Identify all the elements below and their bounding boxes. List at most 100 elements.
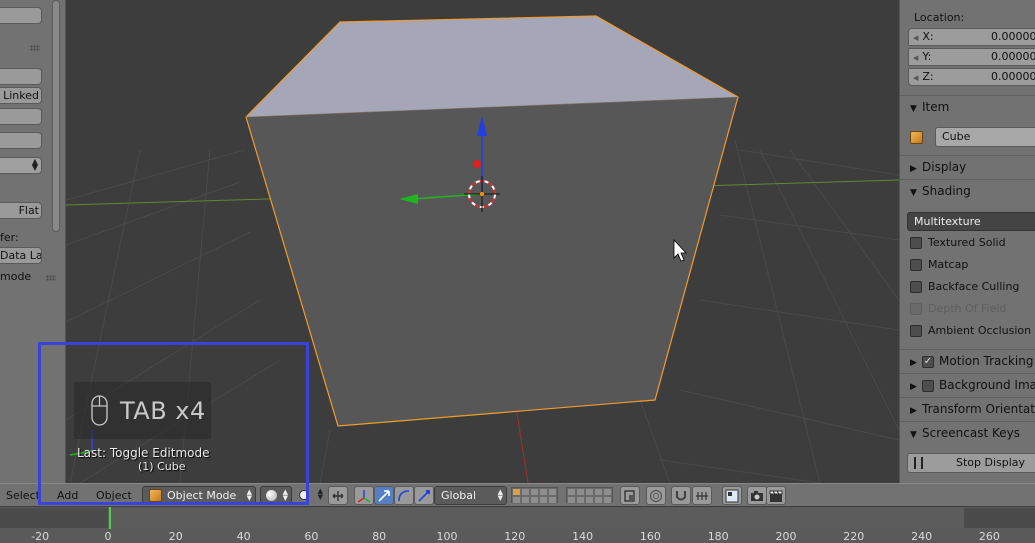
data-layer-button[interactable]: Data La [0, 247, 42, 264]
motion-tracking-panel-header[interactable]: ▶ ✓ Motion Tracking [900, 349, 1035, 371]
location-z-field[interactable]: ◀ Z: 0.00000 [908, 68, 1035, 86]
textured-solid-checkbox[interactable]: Textured Solid [910, 236, 1006, 252]
checkbox-icon[interactable] [910, 259, 922, 271]
decrement-arrow-icon[interactable]: ◀ [913, 54, 918, 62]
scale-manipulator-button[interactable] [414, 486, 434, 505]
manipulator-toggle-button[interactable] [328, 486, 348, 505]
location-x-field[interactable]: ◀ X: 0.00000 [908, 28, 1035, 46]
shelf-button-1[interactable] [0, 68, 42, 85]
panel-drag-handle-2[interactable] [46, 275, 56, 281]
camera-icon [751, 491, 763, 501]
backface-culling-checkbox[interactable]: Backface Culling [910, 280, 1019, 296]
layer-toggle[interactable] [603, 488, 612, 496]
checkbox-icon[interactable] [910, 281, 922, 293]
ambient-occlusion-checkbox[interactable]: Ambient Occlusion [910, 324, 1031, 340]
layer-toggle[interactable] [530, 496, 539, 504]
checkbox-icon[interactable] [910, 237, 922, 249]
cube-front-face[interactable] [246, 97, 738, 426]
opengl-render-button[interactable] [722, 486, 742, 505]
layer-toggle[interactable] [567, 496, 576, 504]
shading-flat-button[interactable]: Flat [0, 202, 42, 219]
shading-panel-header[interactable]: ▼ Shading [900, 179, 1035, 201]
layer-toggle[interactable] [548, 496, 557, 504]
shelf-button-top[interactable] [0, 7, 42, 24]
location-y-field[interactable]: ◀ Y: 0.00000 [908, 48, 1035, 66]
snap-element-button[interactable] [692, 486, 712, 505]
timeline-playhead[interactable] [109, 507, 112, 529]
proportional-edit-button[interactable] [646, 486, 666, 505]
background-images-panel-header[interactable]: ▶ Background Images [900, 373, 1035, 395]
proportional-edit-icon [649, 489, 663, 503]
matcap-checkbox[interactable]: Matcap [910, 258, 968, 274]
shelf-select[interactable]: ▲ ▼ [0, 157, 42, 174]
scene-layers-grid-2[interactable] [566, 487, 613, 504]
make-linked-button[interactable]: Linked [0, 87, 42, 104]
scene-layers-grid-1[interactable] [511, 487, 558, 504]
layer-toggle[interactable] [585, 496, 594, 504]
layer-toggle[interactable] [594, 496, 603, 504]
shading-mode-select[interactable]: Multitexture [907, 212, 1035, 231]
checkbox-icon [910, 303, 922, 315]
x-arrow-icon[interactable] [473, 160, 481, 168]
object-menu[interactable]: Object [96, 489, 132, 502]
background-images-checkbox[interactable] [922, 379, 934, 392]
timeline[interactable]: -20 0 20 40 60 80 100 120 140 160 180 200 220 240 260 [0, 506, 1035, 543]
translate-manipulator-button[interactable] [374, 486, 394, 505]
layer-toggle[interactable] [603, 496, 612, 504]
shelf-mode-label: mode [0, 270, 32, 283]
layer-toggle[interactable] [585, 488, 594, 496]
select-menu[interactable]: Select [6, 489, 40, 502]
active-object-text: (1) Cube [138, 460, 186, 473]
decrement-arrow-icon[interactable]: ◀ [913, 34, 918, 42]
mouse-icon [91, 395, 108, 426]
location-x-value: 0.00000 [991, 30, 1035, 43]
depth-of-field-checkbox: Depth Of Field [910, 302, 1006, 318]
layer-toggle[interactable] [576, 488, 585, 496]
updown-arrows-icon: ▲ ▼ [31, 157, 38, 172]
item-panel-header[interactable]: ▼ Item [900, 95, 1035, 117]
transform-orientation-select[interactable]: Global ▲ ▼ [434, 486, 507, 505]
object-name-field[interactable]: Cube [935, 127, 1035, 147]
timeline-frame-label: 180 [707, 530, 729, 543]
layer-toggle[interactable] [539, 496, 548, 504]
checkbox-icon[interactable] [910, 325, 922, 337]
layer-toggle[interactable] [594, 488, 603, 496]
add-menu[interactable]: Add [57, 489, 78, 502]
lock-layers-button[interactable] [620, 486, 640, 505]
stop-display-button[interactable]: Stop Display [907, 453, 1035, 473]
timeline-frame-label: 200 [775, 530, 797, 543]
layer-1-toggle[interactable] [512, 488, 521, 496]
decrement-arrow-icon[interactable]: ◀ [913, 74, 918, 82]
layer-toggle[interactable] [539, 488, 548, 496]
layer-toggle[interactable] [512, 496, 521, 504]
screencast-keys-panel-header[interactable]: ▼ Screencast Keys [900, 421, 1035, 443]
location-z-axis: Z: [922, 70, 934, 83]
layer-toggle[interactable] [530, 488, 539, 496]
rotate-manipulator-button[interactable] [394, 486, 414, 505]
3d-view-header: Select Add Object Object Mode ▲ ▼ ▲ ▼ ▲ ▼ G… [0, 483, 1035, 506]
pivot-point-select[interactable]: ▲ ▼ [296, 486, 326, 505]
layer-toggle[interactable] [521, 488, 530, 496]
mode-select[interactable]: Object Mode ▲ ▼ [142, 486, 256, 505]
transform-orientations-panel-header[interactable]: ▶ Transform Orientations [900, 397, 1035, 419]
layer-toggle[interactable] [548, 488, 557, 496]
display-panel-header[interactable]: ▶ Display [900, 155, 1035, 177]
viewport-shading-select[interactable]: ▲ ▼ [260, 486, 292, 505]
opengl-render-animation-button[interactable] [766, 486, 786, 505]
shelf-button-3[interactable] [0, 108, 42, 125]
motion-tracking-checkbox[interactable]: ✓ [922, 355, 934, 368]
shelf-button-4[interactable] [0, 132, 42, 149]
item-header-label: Item [922, 100, 950, 114]
layer-toggle[interactable] [567, 488, 576, 496]
layer-toggle[interactable] [521, 496, 530, 504]
opengl-render-still-button[interactable] [747, 486, 767, 505]
snap-toggle-button[interactable] [671, 486, 691, 505]
stop-display-label: Stop Display [956, 456, 1026, 469]
manipulator-axes-button[interactable] [354, 486, 374, 505]
updown-arrows-icon: ▲ ▼ [497, 488, 503, 502]
panel-drag-handle[interactable] [30, 45, 40, 51]
shelf-scrollbar[interactable] [52, 0, 60, 232]
layer-toggle[interactable] [576, 496, 585, 504]
motion-tracking-label: Motion Tracking [939, 354, 1034, 368]
updown-arrows-icon: ▲ ▼ [246, 488, 252, 502]
